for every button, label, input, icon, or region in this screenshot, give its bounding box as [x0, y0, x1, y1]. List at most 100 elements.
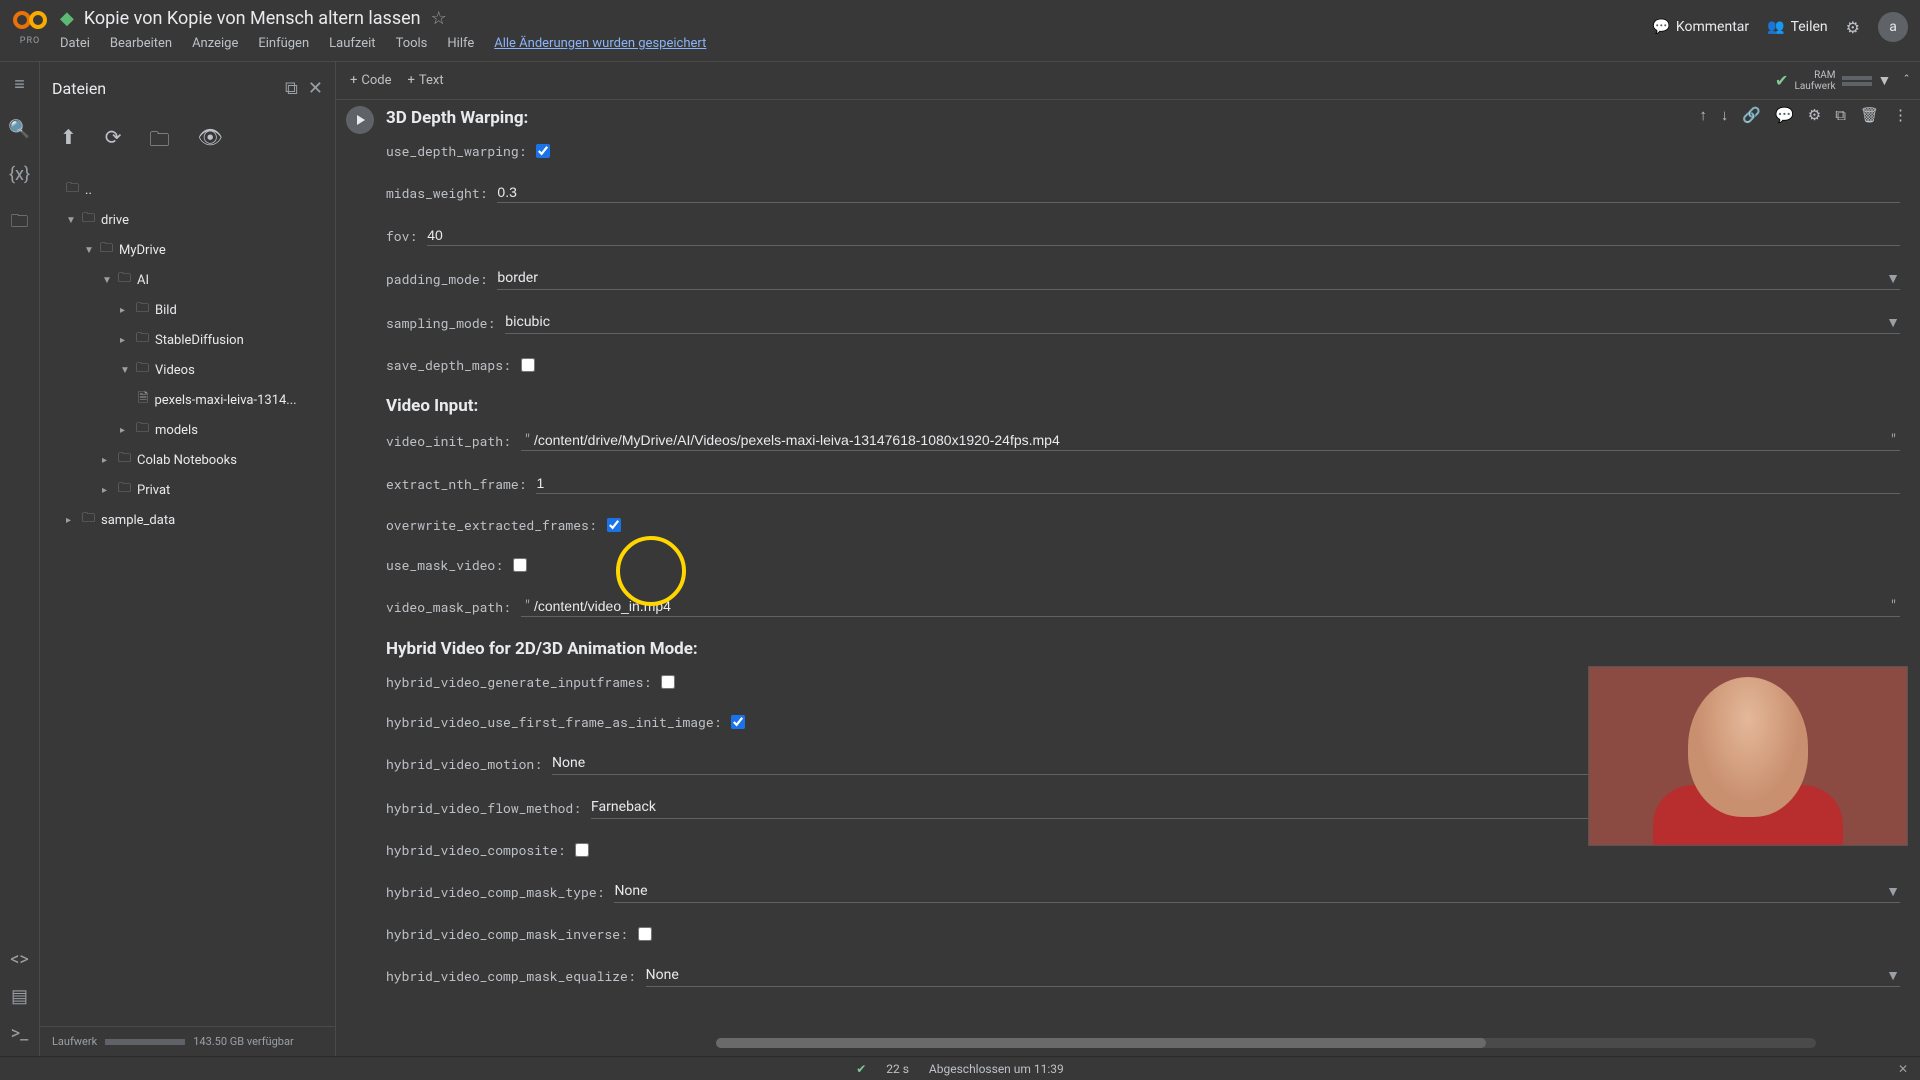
- comment-cell-icon[interactable]: 💬: [1775, 106, 1794, 124]
- menu-laufzeit[interactable]: Laufzeit: [329, 36, 375, 51]
- tree-ai[interactable]: ▼🗀AI: [48, 265, 327, 295]
- add-text-button[interactable]: +Text: [408, 73, 444, 88]
- code-snippets-icon[interactable]: <>: [10, 949, 29, 970]
- file-tree: 🗀.. ▼🗀drive ▼🗀MyDrive ▼🗀AI ▸🗀Bild ▸🗀Stab…: [40, 169, 335, 1026]
- check-icon: ✔: [1775, 71, 1788, 90]
- section-video-input: Video Input:: [386, 396, 1900, 416]
- chevron-up-icon[interactable]: ˆ: [1903, 73, 1910, 89]
- input-fov[interactable]: [427, 225, 1900, 246]
- variables-icon[interactable]: {x}: [9, 164, 30, 185]
- close-icon[interactable]: ✕: [308, 78, 323, 99]
- menu-tools[interactable]: Tools: [396, 36, 428, 51]
- checkbox-hybrid-comp-mask-inverse[interactable]: [638, 927, 652, 941]
- search-icon[interactable]: 🔍: [8, 119, 30, 140]
- menu-hilfe[interactable]: Hilfe: [447, 36, 474, 51]
- label-use-mask-video: use_mask_video:: [386, 556, 513, 574]
- menu-bearbeiten[interactable]: Bearbeiten: [110, 36, 172, 51]
- share-button[interactable]: 👥Teilen: [1767, 19, 1828, 35]
- tree-models[interactable]: ▸🗀models: [48, 415, 327, 445]
- comment-button[interactable]: 💬Kommentar: [1652, 19, 1749, 35]
- run-cell-button[interactable]: [346, 106, 374, 134]
- checkbox-overwrite-extracted-frames[interactable]: [607, 518, 621, 532]
- select-sampling-mode[interactable]: bicubic▼: [505, 312, 1900, 334]
- chevron-down-icon: ▼: [1886, 270, 1900, 287]
- checkbox-hybrid-composite[interactable]: [575, 843, 589, 857]
- mount-drive-icon[interactable]: 🗀: [150, 125, 170, 159]
- star-icon[interactable]: ☆: [431, 8, 447, 29]
- cell-toolbar: ↑ ↓ 🔗 💬 ⚙ ⧉ 🗑 ⋮: [1699, 106, 1908, 124]
- select-hybrid-comp-mask-equalize[interactable]: None▼: [646, 965, 1900, 987]
- checkbox-hybrid-generate-inputframes[interactable]: [661, 675, 675, 689]
- label-sampling-mode: sampling_mode:: [386, 314, 505, 332]
- input-extract-nth-frame[interactable]: [536, 473, 1900, 494]
- files-icon[interactable]: 🗀: [11, 209, 29, 239]
- cell-settings-icon[interactable]: ⚙: [1808, 106, 1821, 124]
- chevron-down-icon: ▼: [1886, 314, 1900, 331]
- tree-drive[interactable]: ▼🗀drive: [48, 205, 327, 235]
- tree-video-file[interactable]: 🗎pexels-maxi-leiva-1314...: [48, 385, 327, 415]
- new-window-icon[interactable]: ⧉: [285, 78, 298, 99]
- notebook-main: ↑ ↓ 🔗 💬 ⚙ ⧉ 🗑 ⋮ 3D Depth Warping: use_de…: [336, 100, 1920, 1056]
- upload-icon[interactable]: ⬆: [60, 125, 77, 159]
- checkbox-use-depth-warping[interactable]: [536, 144, 550, 158]
- title-area: ◆ Kopie von Kopie von Mensch altern lass…: [60, 6, 1652, 51]
- label-hybrid-comp-mask-equalize: hybrid_video_comp_mask_equalize:: [386, 967, 646, 985]
- horizontal-scrollbar[interactable]: [716, 1038, 1816, 1048]
- label-hybrid-comp-mask-inverse: hybrid_video_comp_mask_inverse:: [386, 925, 638, 943]
- document-title[interactable]: Kopie von Kopie von Mensch altern lassen: [84, 8, 421, 29]
- avatar[interactable]: a: [1878, 12, 1908, 42]
- input-video-init-path[interactable]: [534, 430, 1887, 450]
- app-header: PRO ◆ Kopie von Kopie von Mensch altern …: [0, 0, 1920, 62]
- label-hybrid-comp-mask-type: hybrid_video_comp_mask_type:: [386, 883, 614, 901]
- settings-icon[interactable]: ⚙: [1846, 18, 1860, 37]
- status-completed: Abgeschlossen um 11:39: [929, 1062, 1064, 1076]
- menu-datei[interactable]: Datei: [60, 36, 90, 51]
- dropdown-icon[interactable]: ▼: [1878, 72, 1892, 89]
- tree-videos[interactable]: ▼🗀Videos: [48, 355, 327, 385]
- tree-mydrive[interactable]: ▼🗀MyDrive: [48, 235, 327, 265]
- files-footer: Laufwerk 143.50 GB verfügbar: [40, 1026, 335, 1056]
- refresh-icon[interactable]: ⟳: [105, 125, 122, 159]
- checkbox-save-depth-maps[interactable]: [521, 358, 535, 372]
- files-panel: Dateien ⧉ ✕ ⬆ ⟳ 🗀 👁 🗀.. ▼🗀drive ▼🗀MyDriv…: [40, 62, 336, 1056]
- save-status[interactable]: Alle Änderungen wurden gespeichert: [494, 36, 706, 51]
- tree-sd[interactable]: ▸🗀StableDiffusion: [48, 325, 327, 355]
- select-padding-mode[interactable]: border▼: [497, 268, 1900, 290]
- mirror-icon[interactable]: ⧉: [1835, 106, 1846, 124]
- add-code-button[interactable]: +Code: [350, 73, 392, 88]
- drive-icon: ◆: [60, 8, 74, 29]
- menu-einfuegen[interactable]: Einfügen: [258, 36, 309, 51]
- tree-privat[interactable]: ▸🗀Privat: [48, 475, 327, 505]
- menu-anzeige[interactable]: Anzeige: [192, 36, 238, 51]
- toc-icon[interactable]: ≡: [14, 74, 25, 95]
- comment-icon: 💬: [1652, 19, 1669, 35]
- link-icon[interactable]: 🔗: [1742, 106, 1761, 124]
- input-midas-weight[interactable]: [497, 182, 1900, 203]
- webcam-overlay[interactable]: [1588, 666, 1908, 846]
- more-icon[interactable]: ⋮: [1893, 106, 1908, 124]
- delete-icon[interactable]: 🗑: [1860, 106, 1879, 124]
- input-video-mask-path[interactable]: [534, 596, 1887, 616]
- terminal-icon[interactable]: >_: [11, 1023, 29, 1044]
- move-up-icon[interactable]: ↑: [1699, 106, 1707, 124]
- hide-icon[interactable]: 👁: [198, 125, 223, 159]
- share-icon: 👥: [1767, 19, 1784, 35]
- label-hybrid-motion: hybrid_video_motion:: [386, 755, 552, 773]
- status-bar: ✔ 22 s Abgeschlossen um 11:39 ✕: [0, 1056, 1920, 1080]
- select-hybrid-comp-mask-type[interactable]: None▼: [614, 881, 1900, 903]
- tree-bild[interactable]: ▸🗀Bild: [48, 295, 327, 325]
- label-padding-mode: padding_mode:: [386, 270, 497, 288]
- tree-sample[interactable]: ▸🗀sample_data: [48, 505, 327, 535]
- pro-badge: PRO: [20, 36, 40, 46]
- check-icon: ✔: [856, 1062, 866, 1076]
- status-close-icon[interactable]: ✕: [1898, 1062, 1908, 1076]
- checkbox-hybrid-first-frame-init[interactable]: [731, 715, 745, 729]
- status-time: 22 s: [886, 1062, 909, 1076]
- checkbox-use-mask-video[interactable]: [513, 558, 527, 572]
- resource-indicator[interactable]: ✔ RAMLaufwerk ▼: [1775, 70, 1891, 92]
- colab-logo-icon: [12, 6, 48, 34]
- move-down-icon[interactable]: ↓: [1721, 106, 1729, 124]
- tree-parent[interactable]: 🗀..: [48, 175, 327, 205]
- command-palette-icon[interactable]: ▤: [11, 986, 28, 1007]
- tree-colab[interactable]: ▸🗀Colab Notebooks: [48, 445, 327, 475]
